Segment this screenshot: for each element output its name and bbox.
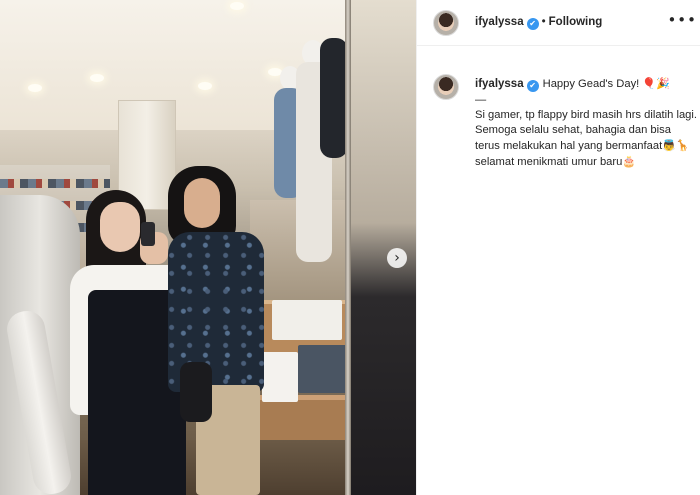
post-caption: ifyalyssa ✔ Happy Gead's Day! 🎈🎉 — Si game… [475,76,697,170]
verified-badge-icon: ✔ [526,18,539,30]
header-username[interactable]: ifyalyssa [475,16,524,28]
post-side-panel: ifyalyssa ✔ • Following ••• ifyalyssa ✔ Happy… [416,0,700,495]
folded-clothes [262,352,298,402]
cake-emoji-icon: 🎂 [622,155,637,168]
separator-dot: • [541,16,546,28]
mannequin-body [320,38,348,158]
caption-username[interactable]: ifyalyssa [475,78,524,90]
caption-body: Si gamer, tp flappy bird masih hrs dilat… [475,108,697,170]
mirror-reflection [351,0,416,495]
following-button[interactable]: Following [549,16,603,28]
post-header-line: ifyalyssa ✔ • Following [475,16,602,30]
post-header: ifyalyssa ✔ • Following ••• [417,0,700,46]
post-photo[interactable]: › [0,0,416,495]
caption-text-continued: selamat menikmati umur baru [475,156,623,168]
shelf-row [0,179,110,188]
folded-clothes [272,300,342,340]
avatar[interactable] [433,10,459,36]
ceiling-light [198,82,212,90]
caption-greeting: Happy Gead's Day! [542,78,640,90]
man-face [184,178,220,228]
phone [141,222,155,246]
angel-giraffe-emoji-icon: 👼🦒 [662,139,690,152]
verified-badge-icon: ✔ [526,80,539,92]
woman-face [100,202,140,252]
more-options-icon[interactable]: ••• [667,11,697,29]
caption-dash: — [475,94,487,106]
next-photo-arrow-icon[interactable]: › [387,248,407,268]
shoulder-bag [180,362,212,422]
ceiling-light [28,84,42,92]
ceiling-light [90,74,104,82]
caption-first-line: ifyalyssa ✔ Happy Gead's Day! 🎈🎉 [475,77,670,92]
balloon-party-emoji-icon: 🎈🎉 [642,77,670,90]
caption-avatar[interactable] [433,74,459,100]
ceiling-light [230,2,244,10]
